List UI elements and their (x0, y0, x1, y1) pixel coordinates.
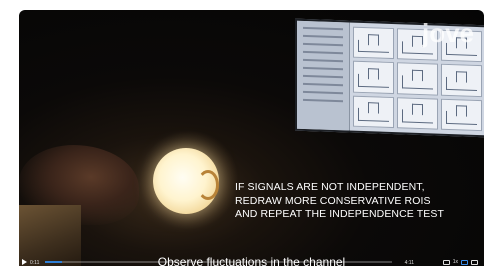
time-elapsed: 0:11 (30, 260, 40, 266)
volume-icon[interactable] (442, 259, 450, 265)
time-total: 4:11 (404, 260, 414, 266)
fullscreen-icon[interactable] (471, 259, 478, 265)
overlay-line-1: IF SIGNALS ARE NOT INDEPENDENT, (235, 181, 425, 193)
speed-button[interactable]: 1x (453, 259, 458, 265)
monitor-sidebar (297, 20, 350, 131)
control-icons: 1x (442, 259, 478, 265)
video-player[interactable]: jove IF SIGNALS ARE NOT INDEPENDENT, RED… (19, 10, 484, 266)
progress-fill (45, 261, 63, 263)
overlay-line-2: REDRAW MORE CONSERVATIVE ROIS (235, 194, 431, 207)
lamp-ring (197, 170, 219, 200)
overlay-line-3: AND REPEAT THE INDEPENDENCE TEST (235, 208, 444, 221)
play-icon[interactable] (22, 259, 27, 265)
captions-icon[interactable] (461, 259, 468, 265)
progress-bar[interactable] (45, 261, 392, 263)
instruction-overlay: IF SIGNALS ARE NOT INDEPENDENT, REDRAW M… (235, 181, 480, 222)
jove-logo: jove (421, 18, 474, 48)
video-frame[interactable]: jove IF SIGNALS ARE NOT INDEPENDENT, RED… (19, 10, 484, 266)
player-controls: 0:11 4:11 1x (19, 254, 484, 266)
